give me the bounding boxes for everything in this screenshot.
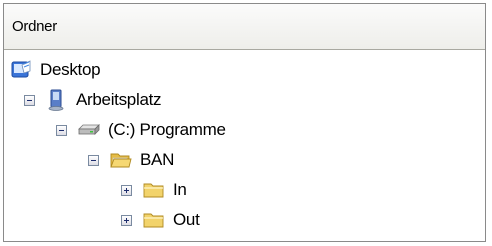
collapse-toggle[interactable] — [56, 124, 67, 136]
desktop-icon — [10, 59, 32, 81]
collapse-toggle[interactable] — [88, 154, 99, 166]
collapse-toggle[interactable] — [24, 94, 35, 106]
tree-item-label: In — [173, 180, 187, 199]
tree-item-label: Out — [173, 210, 200, 229]
tree-item-desktop[interactable]: Desktop — [10, 57, 101, 83]
folder-pane-title: Ordner — [12, 18, 57, 35]
folder-open-icon — [110, 149, 132, 171]
tree-item-label: Arbeitsplatz — [76, 90, 162, 109]
folder-icon — [143, 209, 165, 231]
tree-item-label: BAN — [140, 150, 175, 169]
expand-toggle[interactable] — [121, 184, 132, 196]
computer-icon — [46, 89, 68, 111]
tree-item-label: (C:) Programme — [108, 120, 226, 139]
tree-item-label: Desktop — [40, 60, 101, 79]
folder-pane-header: Ordner — [4, 4, 485, 50]
tree-item-drive-c[interactable]: (C:) Programme — [56, 117, 226, 143]
expand-toggle[interactable] — [121, 214, 132, 226]
drive-icon — [78, 119, 100, 141]
folder-icon — [143, 179, 165, 201]
folder-tree-panel: Ordner Desktop Arbeitsplatz (C:) Program… — [3, 3, 486, 242]
tree-item-out[interactable]: Out — [121, 207, 200, 233]
tree-item-ban[interactable]: BAN — [88, 147, 174, 173]
tree-item-computer[interactable]: Arbeitsplatz — [24, 87, 162, 113]
tree-item-in[interactable]: In — [121, 177, 187, 203]
